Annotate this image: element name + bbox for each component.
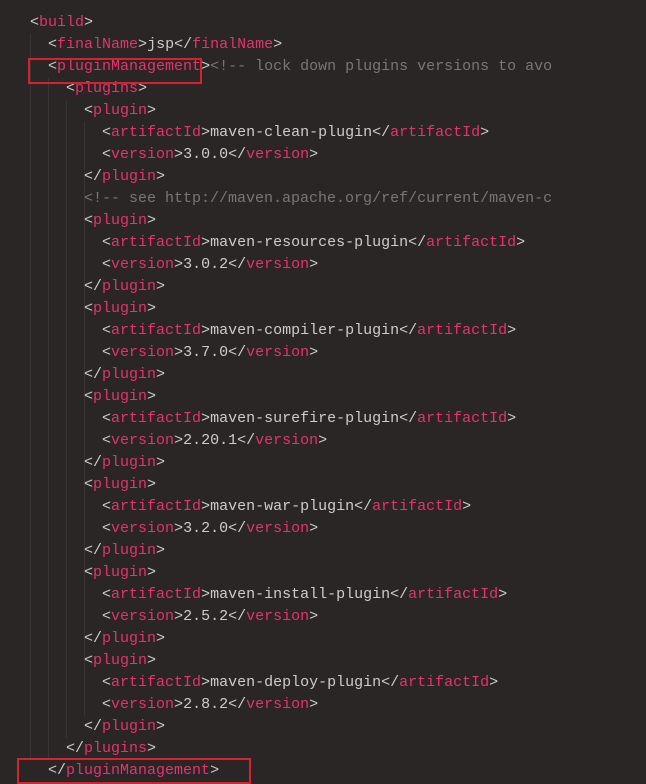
code-line: <version>3.0.0</version> xyxy=(0,144,646,166)
code-line: <version>3.2.0</version> xyxy=(0,518,646,540)
code-line: <version>2.5.2</version> xyxy=(0,606,646,628)
code-line: </plugin> xyxy=(0,628,646,650)
code-line: <plugin> xyxy=(0,100,646,122)
code-line: <plugin> xyxy=(0,386,646,408)
code-line: <finalName>jsp</finalName> xyxy=(0,34,646,56)
code-line: </plugin> xyxy=(0,452,646,474)
code-line: <artifactId>maven-install-plugin</artifa… xyxy=(0,584,646,606)
code-line: <version>3.7.0</version> xyxy=(0,342,646,364)
code-line: <plugin> xyxy=(0,562,646,584)
code-line: <artifactId>maven-resources-plugin</arti… xyxy=(0,232,646,254)
code-line: <plugins> xyxy=(0,78,646,100)
code-line: <pluginManagement><!-- lock down plugins… xyxy=(0,56,646,78)
code-line: <artifactId>maven-compiler-plugin</artif… xyxy=(0,320,646,342)
code-line: <version>3.0.2</version> xyxy=(0,254,646,276)
indent-guide xyxy=(84,122,85,716)
code-line: <plugin> xyxy=(0,210,646,232)
code-editor[interactable]: <build> <finalName>jsp</finalName> <plug… xyxy=(0,12,646,782)
code-line: <plugin> xyxy=(0,650,646,672)
code-line: </plugin> xyxy=(0,166,646,188)
code-line: </plugin> xyxy=(0,716,646,738)
indent-guide xyxy=(66,100,67,738)
code-line: </plugin> xyxy=(0,276,646,298)
code-line: <artifactId>maven-clean-plugin</artifact… xyxy=(0,122,646,144)
code-line: <build> xyxy=(0,12,646,34)
code-line: <version>2.20.1</version> xyxy=(0,430,646,452)
code-line: </pluginManagement> xyxy=(0,760,646,782)
indent-guide xyxy=(30,34,31,760)
code-line: <artifactId>maven-surefire-plugin</artif… xyxy=(0,408,646,430)
code-line: </plugin> xyxy=(0,364,646,386)
code-line: <artifactId>maven-deploy-plugin</artifac… xyxy=(0,672,646,694)
indent-guide xyxy=(48,78,49,760)
code-line: <!-- see http://maven.apache.org/ref/cur… xyxy=(0,188,646,210)
code-line: <version>2.8.2</version> xyxy=(0,694,646,716)
code-line: <plugin> xyxy=(0,298,646,320)
code-line: </plugins> xyxy=(0,738,646,760)
code-line: </plugin> xyxy=(0,540,646,562)
code-line: <artifactId>maven-war-plugin</artifactId… xyxy=(0,496,646,518)
code-line: <plugin> xyxy=(0,474,646,496)
